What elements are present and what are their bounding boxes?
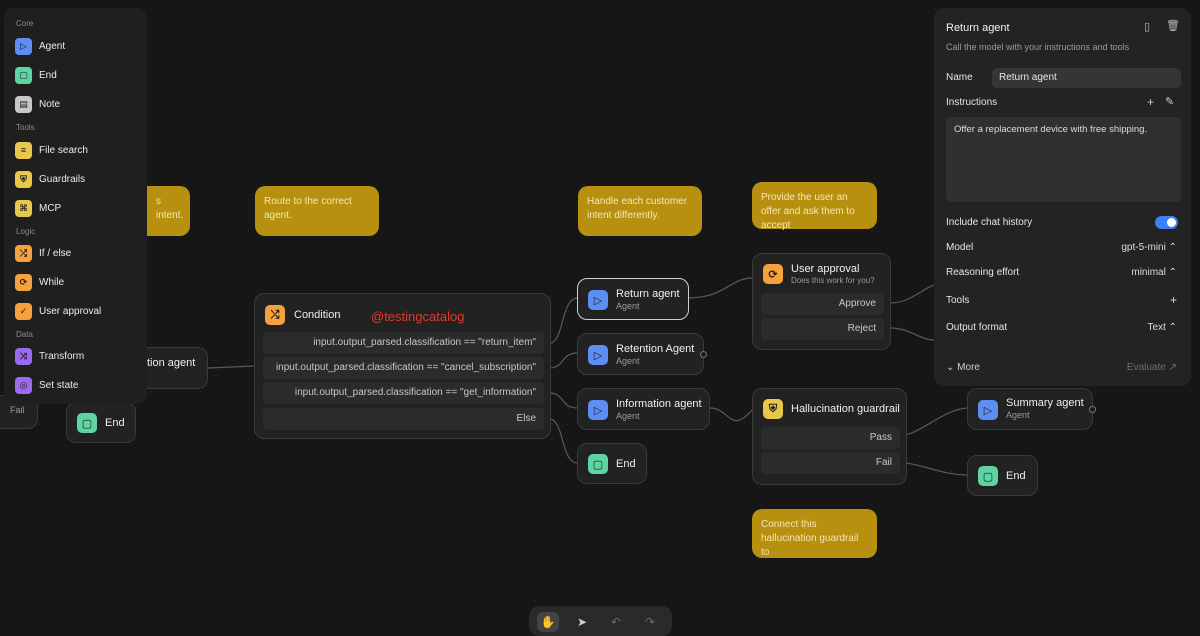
return-agent-node[interactable]: ▷ Return agent Agent	[577, 278, 689, 320]
chat-history-label: Include chat history	[946, 217, 1033, 228]
section-label-logic: Logic	[16, 227, 36, 236]
mcp-icon: ⌘	[15, 199, 32, 217]
reject-row[interactable]: Reject	[761, 318, 884, 340]
model-label: Model	[946, 242, 974, 253]
delete-icon[interactable]: 🗑	[1166, 19, 1180, 32]
agent-icon: ▷	[978, 400, 998, 420]
end-icon: ▢	[588, 454, 608, 474]
note-handle[interactable]: Handle each customer intent differently.	[578, 186, 702, 236]
magic-edit-icon[interactable]: ✎	[1165, 95, 1174, 108]
user-approval-icon: ⟳	[763, 264, 783, 284]
external-link-icon: ↗	[1168, 362, 1177, 373]
retention-agent-node[interactable]: ▷ Retention Agent Agent	[577, 333, 707, 375]
evaluate-link[interactable]: Evaluate ↗	[1127, 362, 1177, 373]
name-input[interactable]: Return agent	[992, 68, 1181, 88]
reasoning-label: Reasoning effort	[946, 267, 1020, 278]
more-toggle[interactable]: ⌄ More	[946, 362, 980, 373]
user-approval-icon: ✓	[15, 302, 32, 320]
undo-icon[interactable]: ↶	[605, 612, 627, 632]
condition-row-information[interactable]: input.output_parsed.classification == "g…	[263, 382, 544, 404]
pointer-icon[interactable]: ➤	[571, 612, 593, 632]
docs-icon[interactable]: ▯	[1144, 20, 1150, 33]
hallucination-guardrail-node[interactable]: ⛨ Hallucination guardrail Pass Fail	[752, 388, 907, 485]
agent-icon: ▷	[588, 400, 608, 420]
hand-icon[interactable]: ✋	[537, 612, 559, 632]
output-format-select[interactable]: Text ⌃	[1147, 322, 1177, 333]
chat-history-toggle[interactable]	[1155, 216, 1178, 229]
sidebar-item-end[interactable]: ▢ End	[15, 65, 57, 85]
transform-icon: ⤨	[15, 347, 32, 365]
note-icon: ▤	[15, 95, 32, 113]
fail-row[interactable]: Fail	[761, 452, 900, 474]
end-icon: ▢	[978, 466, 998, 486]
information-agent-node[interactable]: ▷ Information agent Agent	[577, 388, 710, 430]
agent-icon: ▷	[588, 290, 608, 310]
user-approval-node[interactable]: ⟳ User approval Does this work for you? …	[752, 253, 891, 350]
sidebar-item-guardrails[interactable]: ⛨ Guardrails	[15, 169, 85, 189]
watermark-text: @testingcatalog	[371, 309, 465, 324]
output-port[interactable]	[1089, 406, 1096, 413]
pass-row[interactable]: Pass	[761, 427, 900, 449]
guardrails-icon: ⛨	[763, 399, 783, 419]
node-title: tion agent	[147, 357, 196, 369]
node-palette-sidebar: Core ▷ Agent ▢ End ▤ Note Tools ≡ File searc…	[4, 8, 147, 404]
condition-row-cancel[interactable]: input.output_parsed.classification == "c…	[263, 357, 544, 379]
chevron-updown-icon: ⌃	[1168, 322, 1177, 333]
instructions-textarea[interactable]: Offer a replacement device with free shi…	[946, 117, 1181, 202]
model-select[interactable]: gpt-5-mini ⌃	[1121, 242, 1177, 253]
section-label-tools: Tools	[16, 123, 35, 132]
approve-row[interactable]: Approve	[761, 293, 884, 315]
note-route[interactable]: Route to the correct agent.	[255, 186, 379, 236]
sidebar-item-mcp[interactable]: ⌘ MCP	[15, 198, 61, 218]
end-icon: ▢	[77, 413, 97, 433]
condition-title: Condition	[294, 309, 341, 321]
sidebar-item-agent[interactable]: ▷ Agent	[15, 36, 65, 56]
panel-title: Return agent	[946, 22, 1010, 34]
add-tool-button[interactable]: +	[1170, 293, 1177, 307]
sidebar-item-user-approval[interactable]: ✓ User approval	[15, 301, 101, 321]
redo-icon[interactable]: ↷	[639, 612, 661, 632]
sidebar-item-if-else[interactable]: ⤮ If / else	[15, 243, 71, 263]
fail-label: Fail	[10, 405, 25, 415]
note-approval[interactable]: Provide the user an offer and ask them t…	[752, 182, 877, 231]
reasoning-select[interactable]: minimal ⌃	[1131, 267, 1177, 278]
chevron-updown-icon: ⌃	[1168, 242, 1177, 253]
end-icon: ▢	[15, 66, 32, 84]
section-label-core: Core	[16, 19, 34, 28]
sidebar-item-while[interactable]: ⟳ While	[15, 272, 64, 292]
file-search-icon: ≡	[15, 141, 32, 159]
condition-node[interactable]: ⤮ Condition @testingcatalog input.output…	[254, 293, 551, 439]
sidebar-item-set-state[interactable]: ◎ Set state	[15, 375, 78, 395]
guardrails-icon: ⛨	[15, 170, 32, 188]
chevron-updown-icon: ⌃	[1168, 267, 1177, 278]
end-node-mid[interactable]: ▢ End	[577, 443, 647, 484]
end-node-right[interactable]: ▢ End	[967, 455, 1038, 496]
sidebar-item-file-search[interactable]: ≡ File search	[15, 140, 88, 160]
condition-row-else[interactable]: Else	[263, 408, 544, 430]
canvas-toolbar: ✋ ➤ ↶ ↷	[529, 606, 672, 636]
condition-row-return[interactable]: input.output_parsed.classification == "r…	[263, 332, 544, 354]
add-icon[interactable]: +	[1147, 95, 1154, 109]
output-format-label: Output format	[946, 322, 1008, 333]
name-label: Name	[946, 72, 973, 83]
sidebar-item-note[interactable]: ▤ Note	[15, 94, 60, 114]
agent-icon: ▷	[15, 37, 32, 55]
end-node-left[interactable]: ▢ End	[66, 402, 136, 443]
section-label-data: Data	[16, 330, 33, 339]
condition-icon: ⤮	[265, 305, 285, 325]
sidebar-item-transform[interactable]: ⤨ Transform	[15, 346, 84, 366]
summary-agent-node[interactable]: ▷ Summary agent Agent	[967, 388, 1096, 430]
note-connect[interactable]: Connect this hallucination guardrail to	[752, 509, 877, 558]
set-state-icon: ◎	[15, 376, 32, 394]
panel-subtitle: Call the model with your instructions an…	[946, 42, 1130, 52]
tools-label: Tools	[946, 295, 970, 306]
node-properties-panel: Return agent ▯ 🗑 Call the model with you…	[934, 8, 1191, 386]
if-else-icon: ⤮	[15, 244, 32, 262]
output-port[interactable]	[700, 351, 707, 358]
while-icon: ⟳	[15, 273, 32, 291]
instructions-label: Instructions	[946, 97, 998, 108]
agent-icon: ▷	[588, 345, 608, 365]
chevron-down-icon: ⌄	[946, 362, 955, 373]
